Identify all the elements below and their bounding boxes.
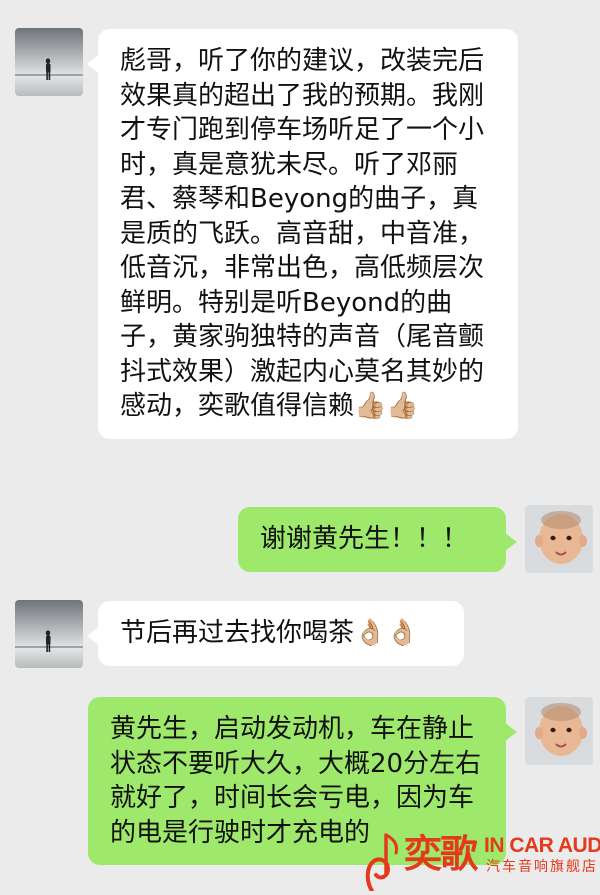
message-bubble-incoming[interactable]: 节后再过去找你喝茶👌🏼👌🏼 (87, 601, 464, 666)
message-text: 彪哥，听了你的建议，改装完后效果真的超出了我的预期。我刚才专门跑到停车场听足了一… (120, 46, 485, 421)
brand-english: IN CAR AUDIO (484, 834, 600, 857)
self-avatar[interactable] (525, 697, 593, 765)
baby-photo-icon (525, 505, 593, 573)
ok-hand-icon: 👌🏼👌🏼 (354, 618, 419, 648)
self-avatar[interactable] (525, 505, 593, 573)
brand-chinese: 汽车音响旗舰店 (486, 859, 598, 875)
contact-avatar[interactable] (15, 28, 83, 96)
message-bubble-outgoing[interactable]: 谢谢黄先生！！！ (238, 507, 517, 572)
brand-logo-icon (365, 833, 398, 891)
thumbs-up-icon: 👍🏼👍🏼 (354, 391, 419, 421)
message-text: 谢谢黄先生！！！ (260, 524, 469, 554)
baby-photo-icon (525, 697, 593, 765)
message-text: 节后再过去找你喝茶 (120, 618, 355, 648)
beach-silhouette-icon (15, 28, 83, 96)
beach-silhouette-icon (15, 600, 83, 668)
contact-avatar[interactable] (15, 600, 83, 668)
brand-name: 奕歌 (404, 832, 478, 876)
message-text: 黄先生，启动发动机，车在静止状态不要听大久，大概20分左右就好了，时间长会亏电，… (110, 714, 482, 848)
chat-window: 彪哥，听了你的建议，改装完后效果真的超出了我的预期。我刚才专门跑到停车场听足了一… (0, 0, 600, 895)
message-bubble-incoming[interactable]: 彪哥，听了你的建议，改装完后效果真的超出了我的预期。我刚才专门跑到停车场听足了一… (87, 29, 518, 439)
brand-watermark: 奕歌 IN CAR AUDIO 汽车音响旗舰店 (364, 832, 600, 893)
